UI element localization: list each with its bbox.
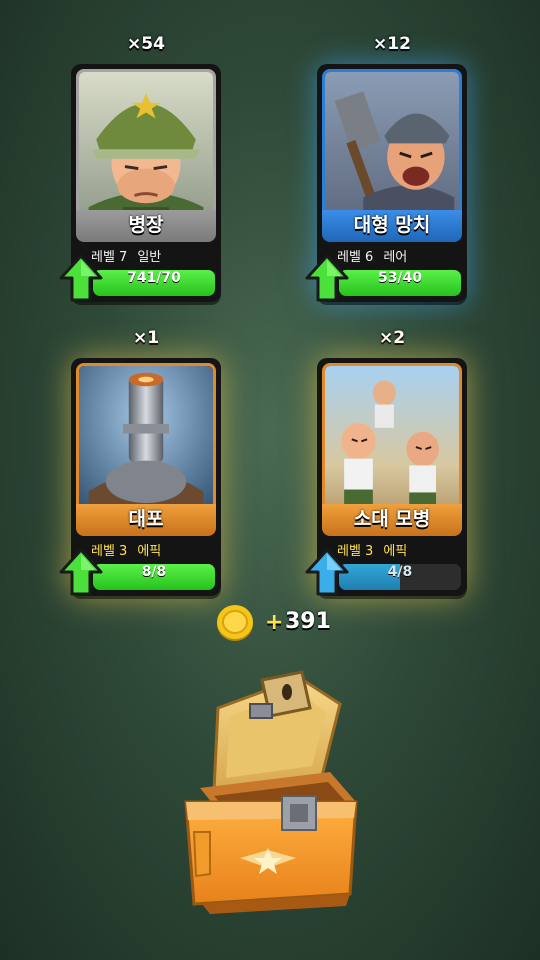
card-count: ×54 (127, 34, 165, 54)
card-count: ×1 (132, 328, 160, 348)
card-rarity: 레어 (383, 250, 408, 265)
progress-text: 8/8 (141, 564, 167, 580)
card-progress-bar: 4/8 (339, 564, 461, 590)
card-name: 병장 (76, 210, 216, 242)
card-sergeant[interactable]: 병장 레벨 7 일반 741/70 (59, 64, 221, 304)
coin-amount: 391 (285, 609, 331, 634)
progress-arrow-icon (305, 548, 349, 596)
card-progress-bar: 53/40 (339, 270, 461, 296)
card-rarity: 에픽 (137, 544, 162, 559)
coin-plus-sign: + (265, 610, 284, 635)
card-progress-bar: 8/8 (93, 564, 215, 590)
card-meta: 레벨 3 에픽 (337, 540, 417, 559)
card-meta: 레벨 3 에픽 (91, 540, 171, 559)
card-cannon[interactable]: 대포 레벨 3 에픽 8/8 (59, 358, 221, 598)
card-meta: 레벨 6 레어 (337, 246, 417, 265)
progress-text: 53/40 (377, 270, 423, 286)
card-count: ×2 (378, 328, 406, 348)
progress-text: 4/8 (387, 564, 413, 580)
loot-chest-icon[interactable] (170, 668, 370, 918)
card-squad-recruit[interactable]: 소대 모병 레벨 3 에픽 4/8 (305, 358, 467, 598)
card-progress-bar: 741/70 (93, 270, 215, 296)
card-count: ×12 (373, 34, 411, 54)
card-name: 대형 망치 (322, 210, 462, 242)
card-name: 소대 모병 (322, 504, 462, 536)
upgrade-arrow-icon[interactable] (59, 548, 103, 596)
card-sledgehammer[interactable]: 대형 망치 레벨 6 레어 53/40 (305, 64, 467, 304)
progress-text: 741/70 (127, 270, 181, 286)
upgrade-arrow-icon[interactable] (59, 254, 103, 302)
coin-reward: + 391 (215, 604, 355, 642)
gold-coin-icon (217, 605, 253, 641)
card-rarity: 일반 (137, 250, 162, 265)
card-name: 대포 (76, 504, 216, 536)
card-meta: 레벨 7 일반 (91, 246, 171, 265)
upgrade-arrow-icon[interactable] (305, 254, 349, 302)
card-rarity: 에픽 (383, 544, 408, 559)
